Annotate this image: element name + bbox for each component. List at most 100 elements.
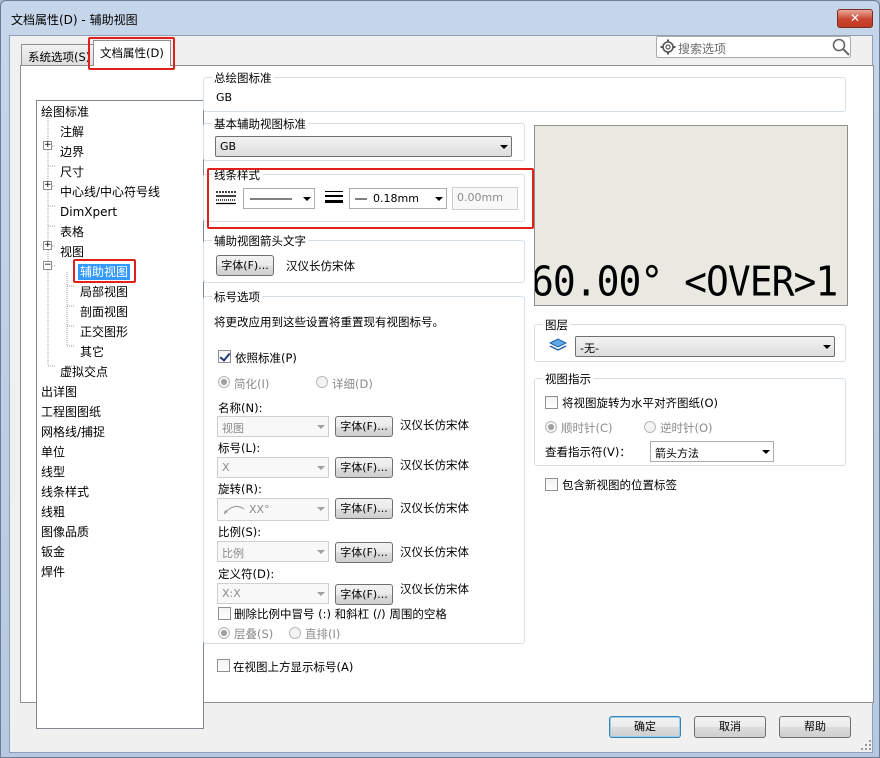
name-value: 视图 — [222, 422, 244, 435]
tree-item-virtual-sharps[interactable]: 虚拟交点 — [60, 364, 108, 380]
clockwise-label: 顺时针(C) — [561, 421, 613, 435]
delimiter-font-button[interactable]: 字体(F)... — [335, 584, 393, 605]
gear-icon — [660, 39, 676, 55]
arrow-text-group: 辅助视图箭头文字 字体(F)... 汉仪长仿宋体 — [203, 233, 525, 283]
simple-radio[interactable] — [218, 376, 230, 388]
help-button[interactable]: 帮助 — [779, 716, 851, 738]
counterclockwise-label: 逆时针(O) — [660, 421, 713, 435]
resize-grip-icon[interactable] — [860, 739, 872, 751]
view-indicator-label: 视图指示 — [543, 371, 593, 387]
delete-spaces-checkbox[interactable] — [218, 607, 231, 620]
title-bar[interactable]: 文档属性(D) - 辅助视图 ✕ — [1, 1, 879, 35]
tree-item-detail-view[interactable]: 局部视图 — [80, 284, 128, 300]
chevron-down-icon — [317, 466, 325, 470]
base-standard-value: GB — [220, 140, 237, 153]
tree-item-borders[interactable]: 边界 — [60, 144, 84, 160]
delimiter-value: X:X — [222, 587, 241, 600]
chevron-down-icon — [823, 345, 831, 349]
tree-item-other[interactable]: 其它 — [80, 344, 104, 360]
tree-item-units[interactable]: 单位 — [41, 444, 65, 460]
tree-item-drawing-sheets[interactable]: 工程图图纸 — [41, 404, 101, 420]
include-label-checkbox[interactable] — [545, 478, 558, 491]
scale-font-button[interactable]: 字体(F)... — [335, 542, 393, 563]
cancel-button[interactable]: 取消 — [694, 716, 766, 738]
tree-item-annotations[interactable]: 注解 — [60, 124, 84, 140]
overall-standard-group: 总绘图标准 GB — [203, 70, 846, 112]
stacked-radio[interactable] — [218, 627, 230, 639]
simple-label: 简化(I) — [234, 377, 270, 391]
chevron-down-icon — [317, 550, 325, 554]
layers-icon — [549, 338, 567, 351]
layer-label: 图层 — [543, 317, 570, 333]
arrow-text-font-button[interactable]: 字体(F)... — [216, 255, 274, 276]
indicator-select[interactable]: 箭头方法 — [650, 441, 774, 462]
tree-item-tables[interactable]: 表格 — [60, 224, 84, 240]
layer-select[interactable]: -无- — [575, 336, 835, 357]
tree-item-grid-snap[interactable]: 网格线/捕捉 — [41, 424, 105, 440]
arrow-text-font-name: 汉仪长仿宋体 — [286, 259, 355, 273]
show-label-above-checkbox[interactable] — [217, 659, 230, 672]
per-standard-checkbox[interactable] — [218, 350, 231, 363]
overall-standard-label: 总绘图标准 — [212, 70, 274, 86]
chevron-down-icon — [317, 425, 325, 429]
search-field[interactable]: 搜索选项 — [656, 36, 851, 58]
base-standard-select[interactable]: GB — [215, 136, 512, 157]
inline-label: 直排(I) — [305, 627, 341, 641]
expand-icon[interactable]: + — [43, 241, 52, 250]
collapse-icon[interactable]: − — [43, 261, 52, 270]
tree-item-drafting-standard[interactable]: 绘图标准 — [41, 104, 89, 120]
clockwise-radio[interactable] — [545, 421, 557, 433]
tree-item-line-font[interactable]: 线型 — [41, 464, 65, 480]
tree-item-sheet-metal[interactable]: 钣金 — [41, 544, 65, 560]
dialog-body: 系统选项(S) 文档属性(D) 搜索选项 + + + − 绘图标准 注解 边界 … — [9, 35, 874, 753]
rotation-value: XX° — [249, 503, 270, 516]
name-font-button[interactable]: 字体(F)... — [335, 416, 393, 437]
label-font-name: 汉仪长仿宋体 — [400, 458, 469, 472]
counterclockwise-radio[interactable] — [644, 421, 656, 433]
scale-select[interactable]: 比例 — [217, 541, 329, 562]
tree-item-views[interactable]: 视图 — [60, 244, 84, 260]
tab-panel: + + + − 绘图标准 注解 边界 尺寸 中心线/中心符号线 DimXpert… — [20, 65, 874, 729]
tab-system-options[interactable]: 系统选项(S) — [21, 44, 98, 66]
ok-button[interactable]: 确定 — [609, 716, 681, 738]
delimiter-select[interactable]: X:X — [217, 583, 329, 604]
label-options-label: 标号选项 — [212, 289, 262, 305]
search-input[interactable]: 搜索选项 — [678, 40, 726, 57]
label-font-button[interactable]: 字体(F)... — [335, 457, 393, 478]
window-title: 文档属性(D) - 辅助视图 — [11, 13, 138, 27]
tree-item-line-thickness[interactable]: 线粗 — [41, 504, 65, 520]
options-tree[interactable]: + + + − 绘图标准 注解 边界 尺寸 中心线/中心符号线 DimXpert… — [36, 100, 204, 729]
scale-value: 比例 — [222, 547, 244, 560]
tree-item-dimensions[interactable]: 尺寸 — [60, 164, 84, 180]
inline-radio[interactable] — [289, 627, 301, 639]
tree-item-section-view[interactable]: 剖面视图 — [80, 304, 128, 320]
tree-item-centerlines[interactable]: 中心线/中心符号线 — [60, 184, 160, 200]
tree-item-line-style[interactable]: 线条样式 — [41, 484, 89, 500]
chevron-down-icon — [317, 592, 325, 596]
include-label-label: 包含新视图的位置标签 — [562, 478, 677, 492]
arrow-text-label: 辅助视图箭头文字 — [212, 233, 308, 249]
expand-icon[interactable]: + — [43, 141, 52, 150]
delimiter-label: 定义符(D): — [218, 567, 275, 581]
rotate-view-checkbox[interactable] — [545, 396, 558, 409]
rotation-select[interactable]: XX° — [217, 498, 329, 521]
chevron-down-icon — [762, 450, 770, 454]
tree-item-detailing[interactable]: 出详图 — [41, 384, 77, 400]
scale-font-name: 汉仪长仿宋体 — [400, 545, 469, 559]
label-options-group: 标号选项 将更改应用到这些设置将重置现有视图标号。 依照标准(P) 简化(I) … — [203, 289, 525, 644]
close-button[interactable]: ✕ — [837, 9, 873, 28]
tree-item-image-quality[interactable]: 图像品质 — [41, 524, 89, 540]
rotation-font-button[interactable]: 字体(F)... — [335, 498, 393, 519]
tree-item-weldments[interactable]: 焊件 — [41, 564, 65, 580]
expand-icon[interactable]: + — [43, 181, 52, 190]
detailed-radio[interactable] — [316, 376, 328, 388]
tree-item-orthographic[interactable]: 正交图形 — [80, 324, 128, 340]
tree-item-dimxpert[interactable]: DimXpert — [60, 204, 117, 220]
delimiter-font-name: 汉仪长仿宋体 — [400, 582, 469, 596]
label-select[interactable]: X — [217, 457, 329, 478]
stacked-label: 层叠(S) — [234, 627, 274, 641]
name-select[interactable]: 视图 — [217, 416, 329, 437]
show-label-above-label: 在视图上方显示标号(A) — [233, 660, 354, 674]
apply-text: 将更改应用到这些设置将重置现有视图标号。 — [214, 315, 444, 329]
search-icon[interactable] — [832, 38, 850, 56]
